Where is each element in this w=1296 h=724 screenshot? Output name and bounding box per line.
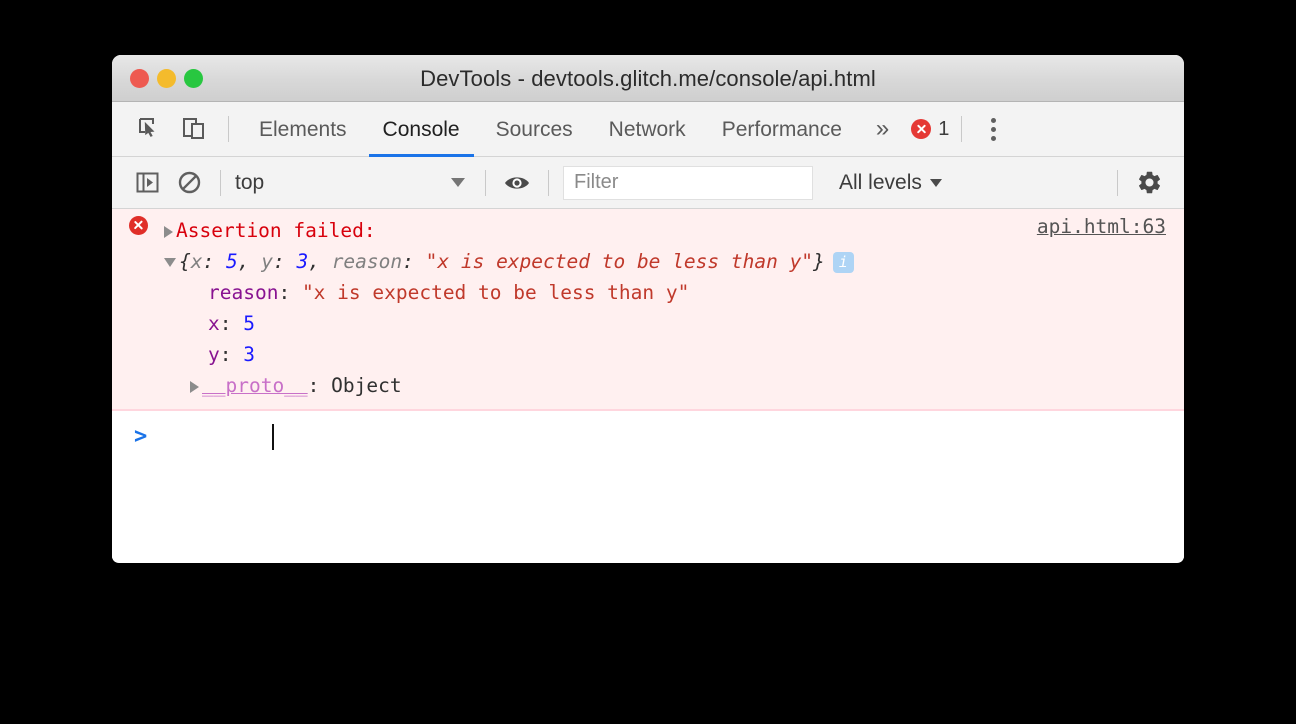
prompt-chevron-icon: > bbox=[134, 424, 148, 449]
more-vertical-icon[interactable] bbox=[976, 117, 1010, 141]
preview-sep: : bbox=[402, 250, 426, 273]
live-expression-button[interactable] bbox=[496, 163, 538, 203]
disclosure-triangle-collapsed-icon[interactable] bbox=[190, 380, 199, 393]
toolbar-divider-3 bbox=[548, 169, 549, 196]
error-title-row[interactable]: Assertion failed: bbox=[112, 215, 1184, 246]
log-level-label: All levels bbox=[839, 170, 922, 194]
property-row-proto[interactable]: __proto__: Object bbox=[112, 370, 1184, 401]
console-sidebar-icon bbox=[135, 170, 160, 195]
chevron-down-icon bbox=[451, 178, 465, 187]
window-titlebar: DevTools - devtools.glitch.me/console/ap… bbox=[112, 55, 1184, 102]
clear-console-icon bbox=[177, 170, 202, 195]
error-count-label: 1 bbox=[938, 117, 950, 140]
preview-value-y: 3 bbox=[296, 250, 309, 273]
log-level-select[interactable]: All levels bbox=[839, 163, 942, 203]
filter-input[interactable]: Filter bbox=[563, 165, 813, 200]
execution-context-label: top bbox=[235, 170, 265, 194]
console-toolbar: top Filter All levels bbox=[112, 157, 1184, 209]
proto-sep: : bbox=[307, 374, 332, 397]
preview-key-reason: reason bbox=[331, 250, 403, 273]
preview-close-brace: } bbox=[813, 250, 825, 273]
property-value: 5 bbox=[243, 312, 255, 335]
console-sidebar-button[interactable] bbox=[126, 163, 168, 203]
tab-console[interactable]: Console bbox=[365, 102, 478, 157]
tab-elements[interactable]: Elements bbox=[241, 102, 365, 157]
devtools-window: DevTools - devtools.glitch.me/console/ap… bbox=[112, 55, 1184, 563]
chevron-down-icon bbox=[929, 178, 942, 187]
preview-sep: : bbox=[272, 250, 297, 273]
proto-value: Object bbox=[331, 374, 402, 397]
inspect-element-icon bbox=[137, 116, 163, 142]
filter-placeholder: Filter bbox=[574, 171, 619, 193]
tab-network[interactable]: Network bbox=[591, 102, 704, 157]
clear-console-button[interactable] bbox=[168, 163, 210, 203]
property-row-y[interactable]: y: 3 bbox=[112, 339, 1184, 370]
inspect-element-button[interactable] bbox=[128, 109, 172, 149]
console-prompt-row[interactable]: > bbox=[112, 411, 1184, 459]
error-circle-icon bbox=[911, 119, 932, 139]
preview-comma: , bbox=[237, 250, 262, 273]
console-settings-button[interactable] bbox=[1128, 163, 1170, 203]
preview-key-y: y bbox=[261, 250, 273, 273]
preview-comma: , bbox=[308, 250, 332, 273]
preview-sep: : bbox=[202, 250, 226, 273]
toolbar-divider-2 bbox=[485, 169, 486, 196]
text-cursor bbox=[272, 424, 274, 450]
device-toolbar-button[interactable] bbox=[172, 109, 216, 149]
window-title: DevTools - devtools.glitch.me/console/ap… bbox=[420, 66, 876, 91]
tabbar-divider-2 bbox=[961, 116, 963, 142]
device-toolbar-icon bbox=[181, 116, 207, 142]
property-sep: : bbox=[219, 343, 244, 366]
tab-sources[interactable]: Sources bbox=[478, 102, 591, 157]
info-badge-icon[interactable]: i bbox=[832, 252, 854, 273]
preview-key-x: x bbox=[190, 250, 203, 273]
dot bbox=[990, 126, 996, 132]
tabbar-divider bbox=[228, 116, 229, 142]
execution-context-select[interactable]: top bbox=[231, 163, 475, 203]
object-preview-row[interactable]: {x: 5, y: 3, reason: "x is expected to b… bbox=[112, 246, 1184, 277]
property-row-x[interactable]: x: 5 bbox=[112, 308, 1184, 339]
console-message-area: api.html:63 Assertion failed: {x: 5, y: … bbox=[112, 209, 1184, 562]
property-key: y bbox=[208, 343, 220, 366]
disclosure-triangle-expanded-icon[interactable] bbox=[164, 258, 176, 267]
error-title: Assertion failed: bbox=[176, 219, 376, 242]
property-key: reason bbox=[208, 281, 279, 304]
toolbar-divider-4 bbox=[1117, 169, 1118, 196]
dot bbox=[990, 117, 996, 123]
live-expression-eye-icon bbox=[503, 172, 531, 194]
property-key: x bbox=[208, 312, 220, 335]
property-sep: : bbox=[219, 312, 244, 335]
tab-performance[interactable]: Performance bbox=[704, 102, 860, 157]
console-error-message[interactable]: api.html:63 Assertion failed: {x: 5, y: … bbox=[112, 209, 1184, 411]
dot bbox=[990, 135, 996, 141]
preview-open-brace: { bbox=[179, 250, 191, 273]
devtools-tabbar: Elements Console Sources Network Perform… bbox=[112, 102, 1184, 157]
error-count-badge[interactable]: 1 bbox=[911, 102, 949, 157]
property-value: 3 bbox=[243, 343, 255, 366]
disclosure-triangle-collapsed-icon[interactable] bbox=[164, 225, 173, 238]
tab-overflow-button[interactable]: » bbox=[860, 102, 905, 157]
property-row-reason[interactable]: reason: "x is expected to be less than y… bbox=[112, 277, 1184, 308]
property-sep: : bbox=[278, 281, 302, 304]
toolbar-divider-1 bbox=[220, 169, 221, 196]
property-value: "x is expected to be less than y" bbox=[301, 281, 690, 304]
preview-value-reason: "x is expected to be less than y" bbox=[425, 250, 814, 273]
preview-value-x: 5 bbox=[225, 250, 238, 273]
settings-gear-icon bbox=[1136, 169, 1163, 196]
proto-key: __proto__ bbox=[202, 374, 308, 397]
